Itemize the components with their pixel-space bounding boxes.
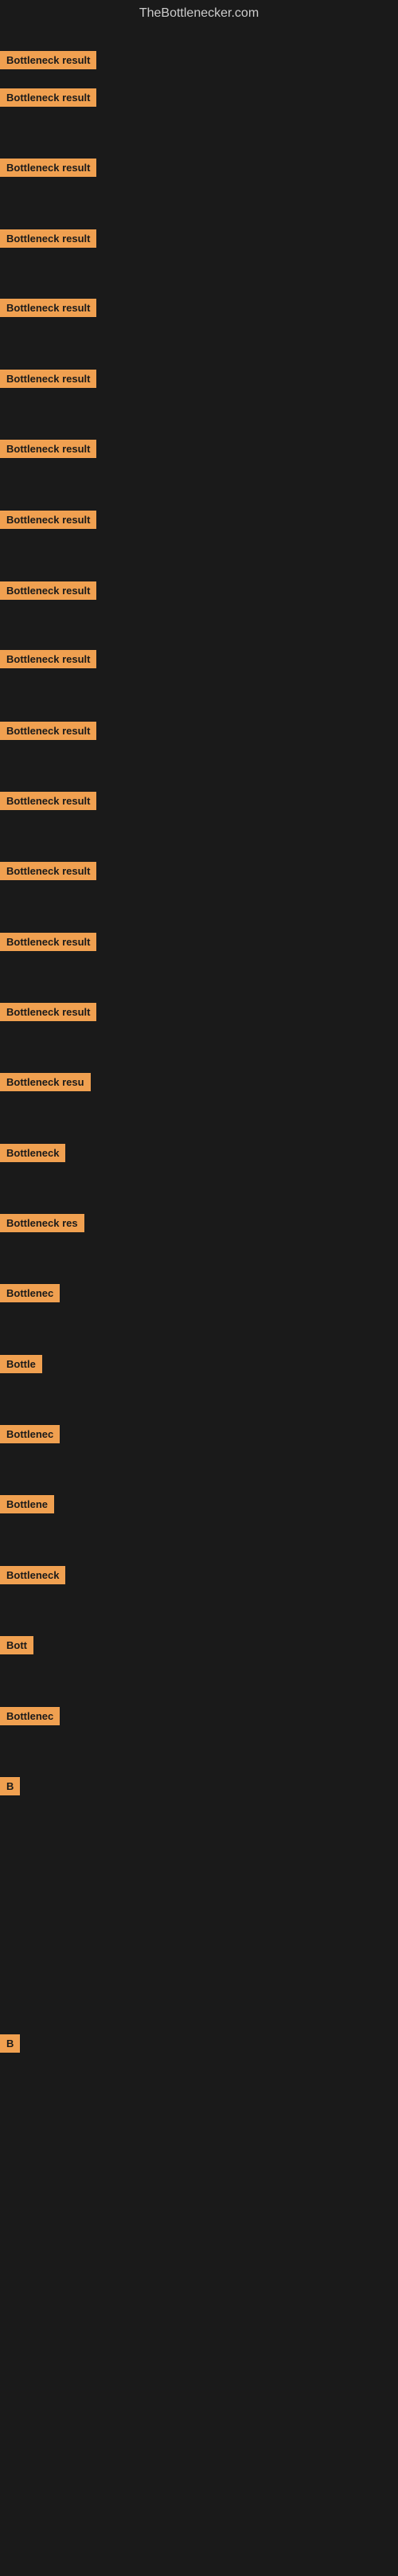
bottleneck-result-item: Bottle xyxy=(0,1355,42,1373)
bottleneck-result-item: Bottleneck result xyxy=(0,229,96,248)
bottleneck-result-item: Bottlenec xyxy=(0,1284,60,1302)
bottleneck-result-item: B xyxy=(0,1777,20,1795)
bottleneck-result-item: Bottlene xyxy=(0,1495,54,1513)
bottleneck-result-item: Bottleneck resu xyxy=(0,1073,91,1091)
bottleneck-result-item: Bottleneck result xyxy=(0,159,96,177)
bottleneck-badge: Bottleneck result xyxy=(0,88,96,107)
bottleneck-result-item: Bottleneck result xyxy=(0,51,96,69)
bottleneck-badge: B xyxy=(0,1777,20,1795)
bottleneck-badge: Bottle xyxy=(0,1355,42,1373)
bottleneck-badge: Bottleneck result xyxy=(0,581,96,600)
bottleneck-result-item: Bottleneck result xyxy=(0,650,96,668)
bottleneck-badge: Bottleneck result xyxy=(0,51,96,69)
bottleneck-badge: Bottlenec xyxy=(0,1707,60,1725)
bottleneck-badge: Bottlene xyxy=(0,1495,54,1513)
bottleneck-badge: Bottleneck resu xyxy=(0,1073,91,1091)
bottleneck-badge: Bottleneck res xyxy=(0,1214,84,1232)
bottleneck-badge: Bottlenec xyxy=(0,1425,60,1443)
bottleneck-result-item: Bottleneck result xyxy=(0,862,96,880)
bottleneck-result-item: Bottlenec xyxy=(0,1425,60,1443)
bottleneck-result-item: Bottleneck result xyxy=(0,440,96,458)
bottleneck-result-item: Bottleneck result xyxy=(0,792,96,810)
bottleneck-badge: Bottleneck result xyxy=(0,862,96,880)
bottleneck-badge: Bottleneck result xyxy=(0,440,96,458)
bottleneck-badge: B xyxy=(0,2034,20,2053)
bottleneck-result-item: B xyxy=(0,2034,20,2053)
bottleneck-badge: Bottleneck xyxy=(0,1566,65,1584)
bottleneck-badge: Bottlenec xyxy=(0,1284,60,1302)
bottleneck-badge: Bottleneck result xyxy=(0,933,96,951)
bottleneck-result-item: Bottleneck result xyxy=(0,1003,96,1021)
bottleneck-result-item: Bottleneck result xyxy=(0,581,96,600)
bottleneck-badge: Bottleneck result xyxy=(0,1003,96,1021)
bottleneck-badge: Bottleneck result xyxy=(0,370,96,388)
bottleneck-badge: Bott xyxy=(0,1636,33,1654)
bottleneck-badge: Bottleneck result xyxy=(0,511,96,529)
bottleneck-badge: Bottleneck result xyxy=(0,792,96,810)
bottleneck-result-item: Bottleneck result xyxy=(0,722,96,740)
bottleneck-result-item: Bottleneck result xyxy=(0,88,96,107)
bottleneck-badge: Bottleneck result xyxy=(0,299,96,317)
bottleneck-result-item: Bottlenec xyxy=(0,1707,60,1725)
bottleneck-badge: Bottleneck xyxy=(0,1144,65,1162)
bottleneck-badge: Bottleneck result xyxy=(0,159,96,177)
bottleneck-result-item: Bottleneck result xyxy=(0,511,96,529)
bottleneck-result-item: Bottleneck res xyxy=(0,1214,84,1232)
bottleneck-badge: Bottleneck result xyxy=(0,229,96,248)
bottleneck-result-item: Bottleneck result xyxy=(0,370,96,388)
site-title-text: TheBottlenecker.com xyxy=(139,6,259,20)
bottleneck-result-item: Bottleneck xyxy=(0,1566,65,1584)
bottleneck-badge: Bottleneck result xyxy=(0,650,96,668)
bottleneck-result-item: Bottleneck xyxy=(0,1144,65,1162)
bottleneck-result-item: Bott xyxy=(0,1636,33,1654)
bottleneck-result-item: Bottleneck result xyxy=(0,933,96,951)
site-title: TheBottlenecker.com xyxy=(0,0,398,27)
bottleneck-badge: Bottleneck result xyxy=(0,722,96,740)
bottleneck-result-item: Bottleneck result xyxy=(0,299,96,317)
